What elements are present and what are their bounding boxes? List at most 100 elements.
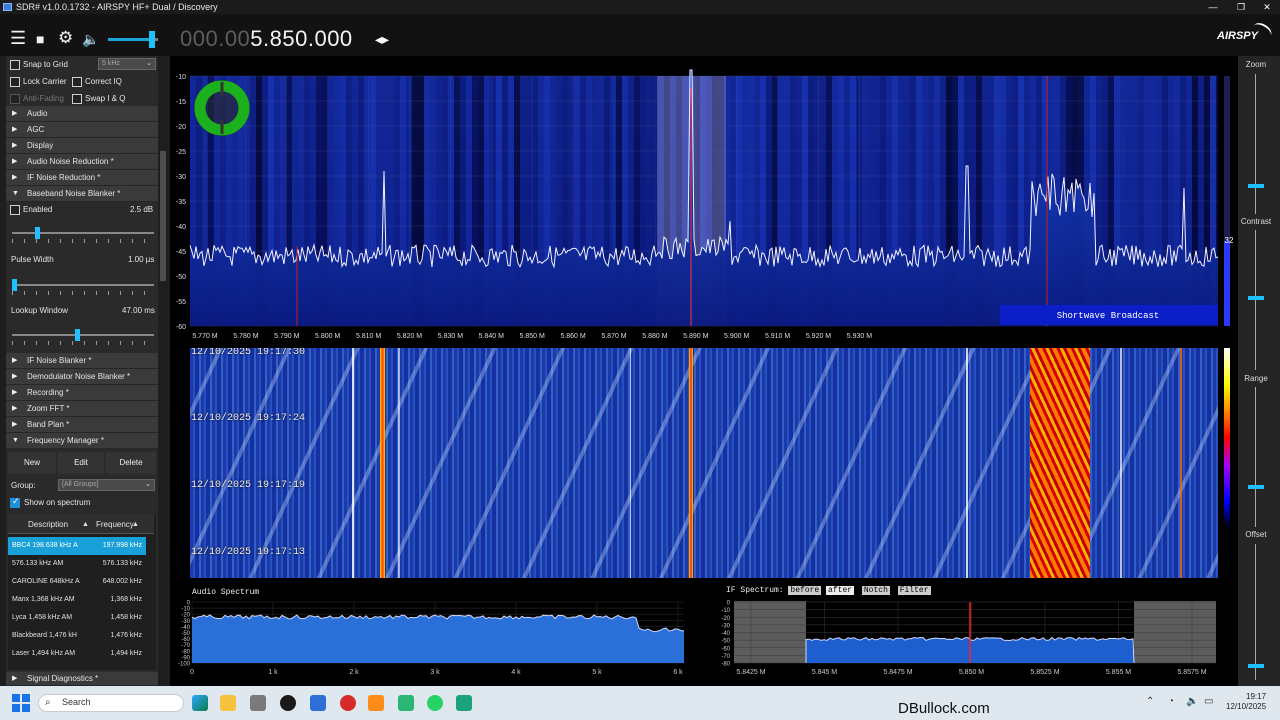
edit-button[interactable]: Edit [58,452,104,474]
clock-time: 19:17 [1246,692,1267,701]
show-on-spectrum-checkbox[interactable] [10,496,20,508]
app-icon[interactable] [340,695,356,711]
table-row[interactable]: CAROLINE 648kHz A 648.002 kHz [8,573,146,591]
lookup-window-slider[interactable] [12,329,154,351]
carrier-line [1180,348,1182,578]
wifi-icon[interactable]: ◔ [1168,696,1174,707]
waterfall-display[interactable]: 12/10/2025 19:17:30 12/10/2025 19:17:24 … [190,348,1218,578]
gear-icon[interactable]: ⚙ [58,29,73,46]
menu-icon[interactable]: ☰ [10,29,26,47]
app-icon[interactable] [456,695,472,711]
section-demodulator-noise-blanker[interactable]: ▶ Demodulator Noise Blanker * [6,369,158,385]
contrast-slider-track[interactable] [1255,230,1256,370]
offset-slider-track[interactable] [1255,544,1256,680]
taskbar-clock[interactable]: 19:17 12/10/2025 [1226,692,1266,712]
nb-enabled-checkbox[interactable] [10,205,20,215]
range-slider-track[interactable] [1255,387,1256,527]
volume-slider-knob[interactable] [149,31,155,48]
app-icon[interactable] [398,695,414,711]
group-select-value: [All Groups] [62,481,99,488]
lock-carrier-checkbox[interactable] [10,77,20,87]
snap-grid-value: 5 kHz [102,60,120,67]
section-band-plan[interactable]: ▶ Band Plan * [6,417,158,433]
scrollbar-thumb[interactable] [160,151,166,281]
frequency-display[interactable]: 000.005.850.000 [180,26,353,52]
snap-to-grid-checkbox[interactable] [10,60,20,70]
range-slider-knob[interactable] [1248,485,1264,489]
new-button[interactable]: New [8,452,56,474]
if-y-tick: -30 [721,623,730,629]
table-row[interactable]: Blackbeard 1,476 kH 1,476 kHz [8,627,146,645]
whatsapp-icon[interactable] [427,695,443,711]
minimize-button[interactable]: — [1200,0,1226,14]
section-zoom-fft[interactable]: ▶ Zoom FFT * [6,401,158,417]
sort-asc-icon[interactable]: ▲ [82,520,89,530]
frequency-lit-digits[interactable]: 5.850.000 [250,26,352,51]
sort-asc-icon[interactable]: ▲ [132,520,139,530]
group-select[interactable]: [All Groups] ⌄ [58,479,155,491]
slider-knob[interactable] [35,227,40,239]
col-description[interactable]: Description [28,520,68,530]
zoom-slider-knob[interactable] [1248,184,1264,188]
table-row[interactable]: 576.133 kHz AM 576.133 kHz [8,555,146,573]
section-audio[interactable]: ▶ Audio [6,106,158,122]
taskbar-search-input[interactable] [38,694,184,712]
anti-fading-checkbox[interactable] [10,94,20,104]
section-frequency-manager[interactable]: ▼ Frequency Manager * [6,433,158,449]
volume-tray-icon[interactable]: 🔈 [1186,696,1198,707]
section-recording[interactable]: ▶ Recording * [6,385,158,401]
windows-start-icon[interactable] [12,694,30,712]
section-if-noise-reduction[interactable]: ▶ IF Noise Reduction * [6,170,158,186]
speaker-icon[interactable]: 🔈 [82,31,99,47]
delete-button[interactable]: Delete [106,452,156,474]
before-toggle[interactable]: before [788,586,822,595]
table-row[interactable]: Lyca 1,458 kHz AM 1,458 kHz [8,609,146,627]
spectrum-x-tick: 5.800 M [315,333,340,340]
battery-icon[interactable]: ▭ [1204,696,1213,707]
left-panel-scrollbar[interactable] [158,56,168,686]
audio-x-tick: 5 k [592,669,602,676]
filter-toggle[interactable]: Filter [897,586,931,595]
swap-iq-checkbox[interactable] [72,94,82,104]
pulse-width-slider[interactable] [12,279,154,301]
app-icon[interactable] [368,695,384,711]
section-agc[interactable]: ▶ AGC [6,122,158,138]
if-y-tick: -20 [721,616,730,622]
section-display[interactable]: ▶ Display [6,138,158,154]
contrast-slider-knob[interactable] [1248,296,1264,300]
section-baseband-noise-blanker[interactable]: ▼ Baseband Noise Blanker * [6,186,158,202]
stop-icon[interactable]: ■ [36,31,44,47]
nb-threshold-slider[interactable] [12,227,154,249]
section-signal-diagnostics[interactable]: ▶ Signal Diagnostics * [6,672,158,686]
notch-toggle[interactable]: Notch [861,586,890,595]
file-explorer-icon[interactable] [220,695,236,711]
zoom-slider-track[interactable] [1255,74,1256,214]
expand-arrow-icon: ▶ [12,158,18,165]
slider-knob[interactable] [75,329,80,341]
section-audio-noise-reduction[interactable]: ▶ Audio Noise Reduction * [6,154,158,170]
app-icon[interactable] [280,695,296,711]
title-bar: SDR# v1.0.0.1732 - AIRSPY HF+ Dual / Dis… [0,0,1280,14]
col-frequency[interactable]: Frequency [96,520,134,530]
table-row[interactable]: BBC4 198.638 kHz A 197.998 kHz [8,537,146,555]
edge-icon[interactable] [192,695,208,711]
after-toggle[interactable]: after [826,586,855,595]
section-if-noise-blanker[interactable]: ▶ IF Noise Blanker * [6,353,158,369]
offset-slider-knob[interactable] [1248,664,1264,668]
app-icon[interactable] [250,695,266,711]
slider-knob[interactable] [12,279,17,291]
maximize-button[interactable]: ❐ [1228,0,1254,14]
sdr-app-icon[interactable] [310,695,326,711]
slider-ticks [12,291,154,295]
close-button[interactable]: ✕ [1254,0,1280,14]
spectrum-analyzer[interactable]: Shortwave Broadcast 32 -10 -15 -20 -25 -30 -3… [170,56,1238,344]
tune-arrows-icon[interactable]: ◂▸ [375,30,389,48]
frequency-dim-digits[interactable]: 000.00 [180,26,250,51]
search-icon: ⌕ [45,697,51,708]
tray-chevron-icon[interactable]: ⌃ [1146,696,1154,707]
correct-iq-checkbox[interactable] [72,77,82,87]
spectrum-x-tick: 5.850 M [520,333,545,340]
table-row[interactable]: Laser 1,494 kHz AM 1,494 kHz [8,645,146,663]
snap-grid-select[interactable]: 5 kHz ⌄ [98,58,156,70]
table-row[interactable]: Manx 1,368 kHz AM 1,368 kHz [8,591,146,609]
